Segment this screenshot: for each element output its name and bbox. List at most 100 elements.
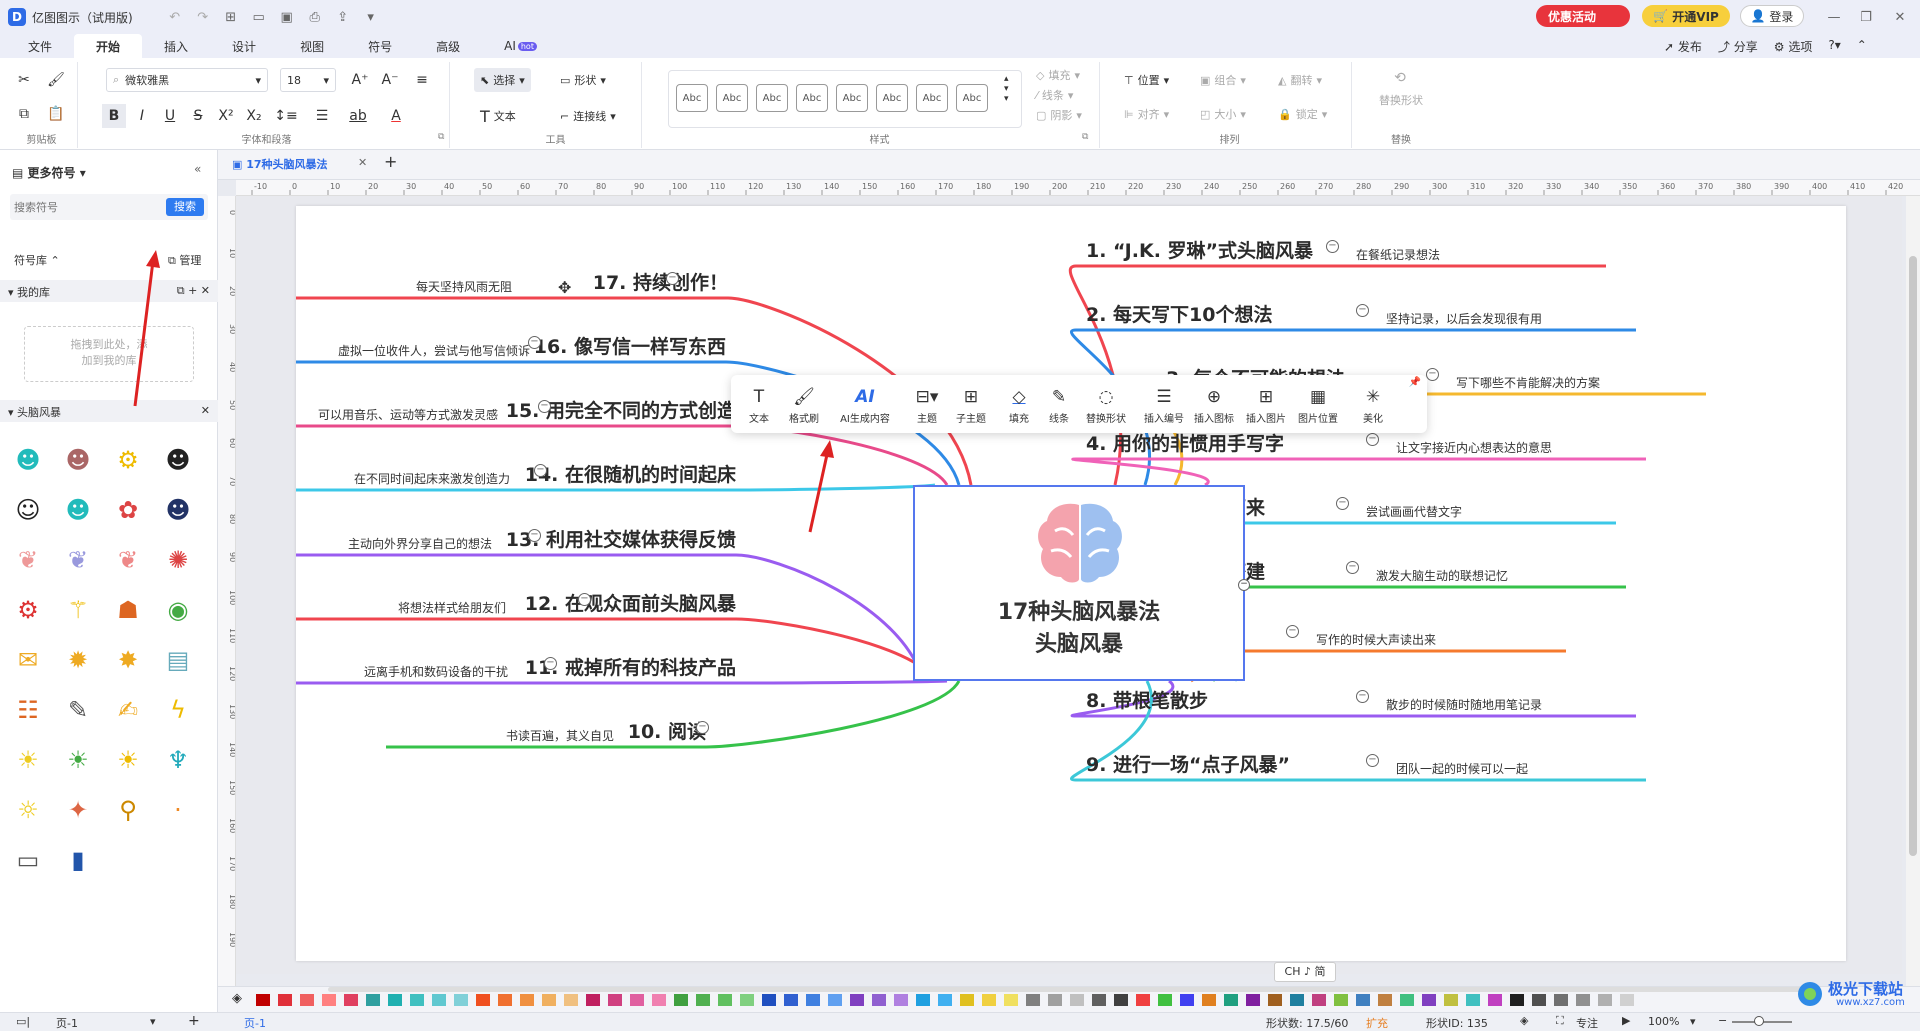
branch-topic-left[interactable]: 11. 戒掉所有的科技产品 xyxy=(525,653,736,680)
symbol-library-toggle[interactable]: 符号库 ⌃ xyxy=(14,252,60,268)
text-highlight-icon[interactable]: ab xyxy=(346,104,370,128)
branch-topic-left[interactable]: 12. 在观众面前头脑风暴 xyxy=(525,589,736,616)
color-swatch[interactable] xyxy=(344,994,358,1006)
color-swatch[interactable] xyxy=(1510,994,1524,1006)
focus-label[interactable]: 专注 xyxy=(1576,1015,1598,1031)
tab-ai[interactable]: AI hot xyxy=(482,34,559,58)
publish-button[interactable]: ➚ 发布 xyxy=(1664,38,1702,55)
lock-button[interactable]: 🔒 锁定 ▾ xyxy=(1278,102,1327,126)
chat-symbol-icon[interactable]: ✉ xyxy=(10,642,46,678)
collapse-icon[interactable]: − xyxy=(534,464,547,477)
float-insert-icon-button[interactable]: ⊕ 插入图标 xyxy=(1191,379,1237,429)
color-swatch[interactable] xyxy=(1268,994,1282,1006)
bulb-dim-symbol-icon[interactable]: · xyxy=(160,792,196,828)
more-symbols-button[interactable]: ▤ 更多符号 ▾ xyxy=(12,164,86,181)
restore-icon[interactable]: ❐ xyxy=(1855,6,1877,28)
style-sample[interactable]: Abc xyxy=(836,84,868,112)
cut-icon[interactable]: ✂ xyxy=(12,68,36,92)
head-brain-symbol-icon[interactable]: ☻ xyxy=(60,442,96,478)
color-swatch[interactable] xyxy=(520,994,534,1006)
add-tab-icon[interactable]: + xyxy=(384,152,397,171)
fan-symbol-icon[interactable]: ✦ xyxy=(60,792,96,828)
color-swatch[interactable] xyxy=(1048,994,1062,1006)
collapse-icon[interactable]: − xyxy=(696,721,709,734)
bold-icon[interactable]: B xyxy=(102,104,126,128)
tab-view[interactable]: 视图 xyxy=(278,34,346,58)
color-swatch[interactable] xyxy=(740,994,754,1006)
color-swatch[interactable] xyxy=(806,994,820,1006)
print-icon[interactable]: ⎙ xyxy=(304,6,326,28)
color-swatch[interactable] xyxy=(1400,994,1414,1006)
color-swatch[interactable] xyxy=(1312,994,1326,1006)
tab-home[interactable]: 开始 xyxy=(74,34,143,58)
shape-tool-button[interactable]: ▭ 形状 ▾ xyxy=(560,68,606,92)
position-button[interactable]: ⊤ 位置 ▾ xyxy=(1124,68,1169,92)
phone-symbol-icon[interactable]: ▮ xyxy=(60,842,96,878)
note-symbol-icon[interactable]: ✍ xyxy=(110,692,146,728)
replace-shape-icon[interactable]: ⟲ xyxy=(1388,66,1412,90)
style-sample[interactable]: Abc xyxy=(956,84,988,112)
hands-symbol-icon[interactable]: ♆ xyxy=(160,742,196,778)
collapse-panel-icon[interactable]: « xyxy=(194,162,201,176)
collapse-icon[interactable]: − xyxy=(1356,690,1369,703)
gallery-scroll-icon[interactable]: ▴ ▾ ▾ xyxy=(1004,74,1009,104)
color-swatch[interactable] xyxy=(762,994,776,1006)
collapse-icon[interactable]: − xyxy=(1366,754,1379,767)
document-tab[interactable]: ▣ 17种头脑风暴法 xyxy=(232,156,328,172)
play-icon[interactable]: ▶ xyxy=(1622,1014,1630,1027)
float-line-button[interactable]: ✎ 线条 xyxy=(1039,379,1079,429)
color-swatch[interactable] xyxy=(498,994,512,1006)
branch-topic-right[interactable]: 9. 进行一场“点子风暴” xyxy=(1086,750,1290,777)
style-sample[interactable]: Abc xyxy=(716,84,748,112)
collapse-ribbon-icon[interactable]: ⌃ xyxy=(1857,38,1867,55)
help-icon[interactable]: ?▾ xyxy=(1828,38,1840,55)
share-button[interactable]: ⤴ 分享 xyxy=(1718,38,1758,55)
color-swatch[interactable] xyxy=(1158,994,1172,1006)
export-icon[interactable]: ⇪ xyxy=(332,6,354,28)
color-swatch[interactable] xyxy=(454,994,468,1006)
collapse-icon[interactable]: − xyxy=(1286,625,1299,638)
size-button[interactable]: ◰ 大小 ▾ xyxy=(1200,102,1246,126)
float-beautify-button[interactable]: ✳ 美化 xyxy=(1353,379,1393,429)
increase-font-icon[interactable]: A⁺ xyxy=(348,68,372,92)
float-text-button[interactable]: T 文本 xyxy=(739,379,779,429)
explosion-symbol-icon[interactable]: ✸ xyxy=(110,642,146,678)
new-file-icon[interactable]: ⊞ xyxy=(220,6,242,28)
color-swatch[interactable] xyxy=(674,994,688,1006)
color-swatch[interactable] xyxy=(784,994,798,1006)
float-fill-button[interactable]: ◇ 填充 xyxy=(999,379,1039,429)
color-swatch[interactable] xyxy=(1444,994,1458,1006)
font-family-select[interactable]: ⌕ 微软雅黑 ▾ xyxy=(106,68,268,92)
float-subtopic-button[interactable]: ⊞ 子主题 xyxy=(951,379,991,429)
branch-topic-left[interactable]: 16. 像写信一样写东西 xyxy=(534,332,726,359)
color-swatch[interactable] xyxy=(1026,994,1040,1006)
line-button[interactable]: ⁄ 线条 ▾ xyxy=(1036,86,1073,104)
options-button[interactable]: ⚙ 选项 xyxy=(1774,38,1813,55)
color-swatch[interactable] xyxy=(1224,994,1238,1006)
zoom-out-icon[interactable]: − xyxy=(1718,1014,1727,1027)
color-swatch[interactable] xyxy=(630,994,644,1006)
float-ai-button[interactable]: AI AI生成内容 xyxy=(833,379,897,429)
shadow-button[interactable]: ▢ 阴影 ▾ xyxy=(1036,106,1082,124)
color-swatch[interactable] xyxy=(1378,994,1392,1006)
branch-topic-left[interactable]: 10. 阅读 xyxy=(628,717,706,744)
float-replace-shape-button[interactable]: ◌ 替换形状 xyxy=(1081,379,1131,429)
color-swatch[interactable] xyxy=(1004,994,1018,1006)
color-swatch[interactable] xyxy=(476,994,490,1006)
writing-symbol-icon[interactable]: ✎ xyxy=(60,692,96,728)
focus-icon[interactable]: ⛶ xyxy=(1556,1014,1564,1028)
color-swatch[interactable] xyxy=(300,994,314,1006)
page-selector[interactable]: 页-1 xyxy=(56,1015,78,1031)
select-tool-button[interactable]: ⬉ 选择 ▾ xyxy=(474,68,531,92)
page-dropdown-icon[interactable]: ▾ xyxy=(150,1015,156,1028)
my-library-header[interactable]: ▾ 我的库 ⧉ + ✕ xyxy=(0,280,218,302)
copy-icon[interactable]: ⧉ xyxy=(12,102,36,126)
head-exclaim-symbol-icon[interactable]: ☻ xyxy=(60,492,96,528)
color-swatch[interactable] xyxy=(542,994,556,1006)
color-swatch[interactable] xyxy=(1070,994,1084,1006)
ime-indicator[interactable]: CH ♪ 简 xyxy=(1274,962,1336,982)
brain-pink-symbol-icon[interactable]: ❦ xyxy=(10,542,46,578)
paste-icon[interactable]: 📋 xyxy=(44,102,68,126)
group-button[interactable]: ▣ 组合 ▾ xyxy=(1200,68,1246,92)
central-collapse-icon[interactable]: − xyxy=(1238,579,1250,591)
